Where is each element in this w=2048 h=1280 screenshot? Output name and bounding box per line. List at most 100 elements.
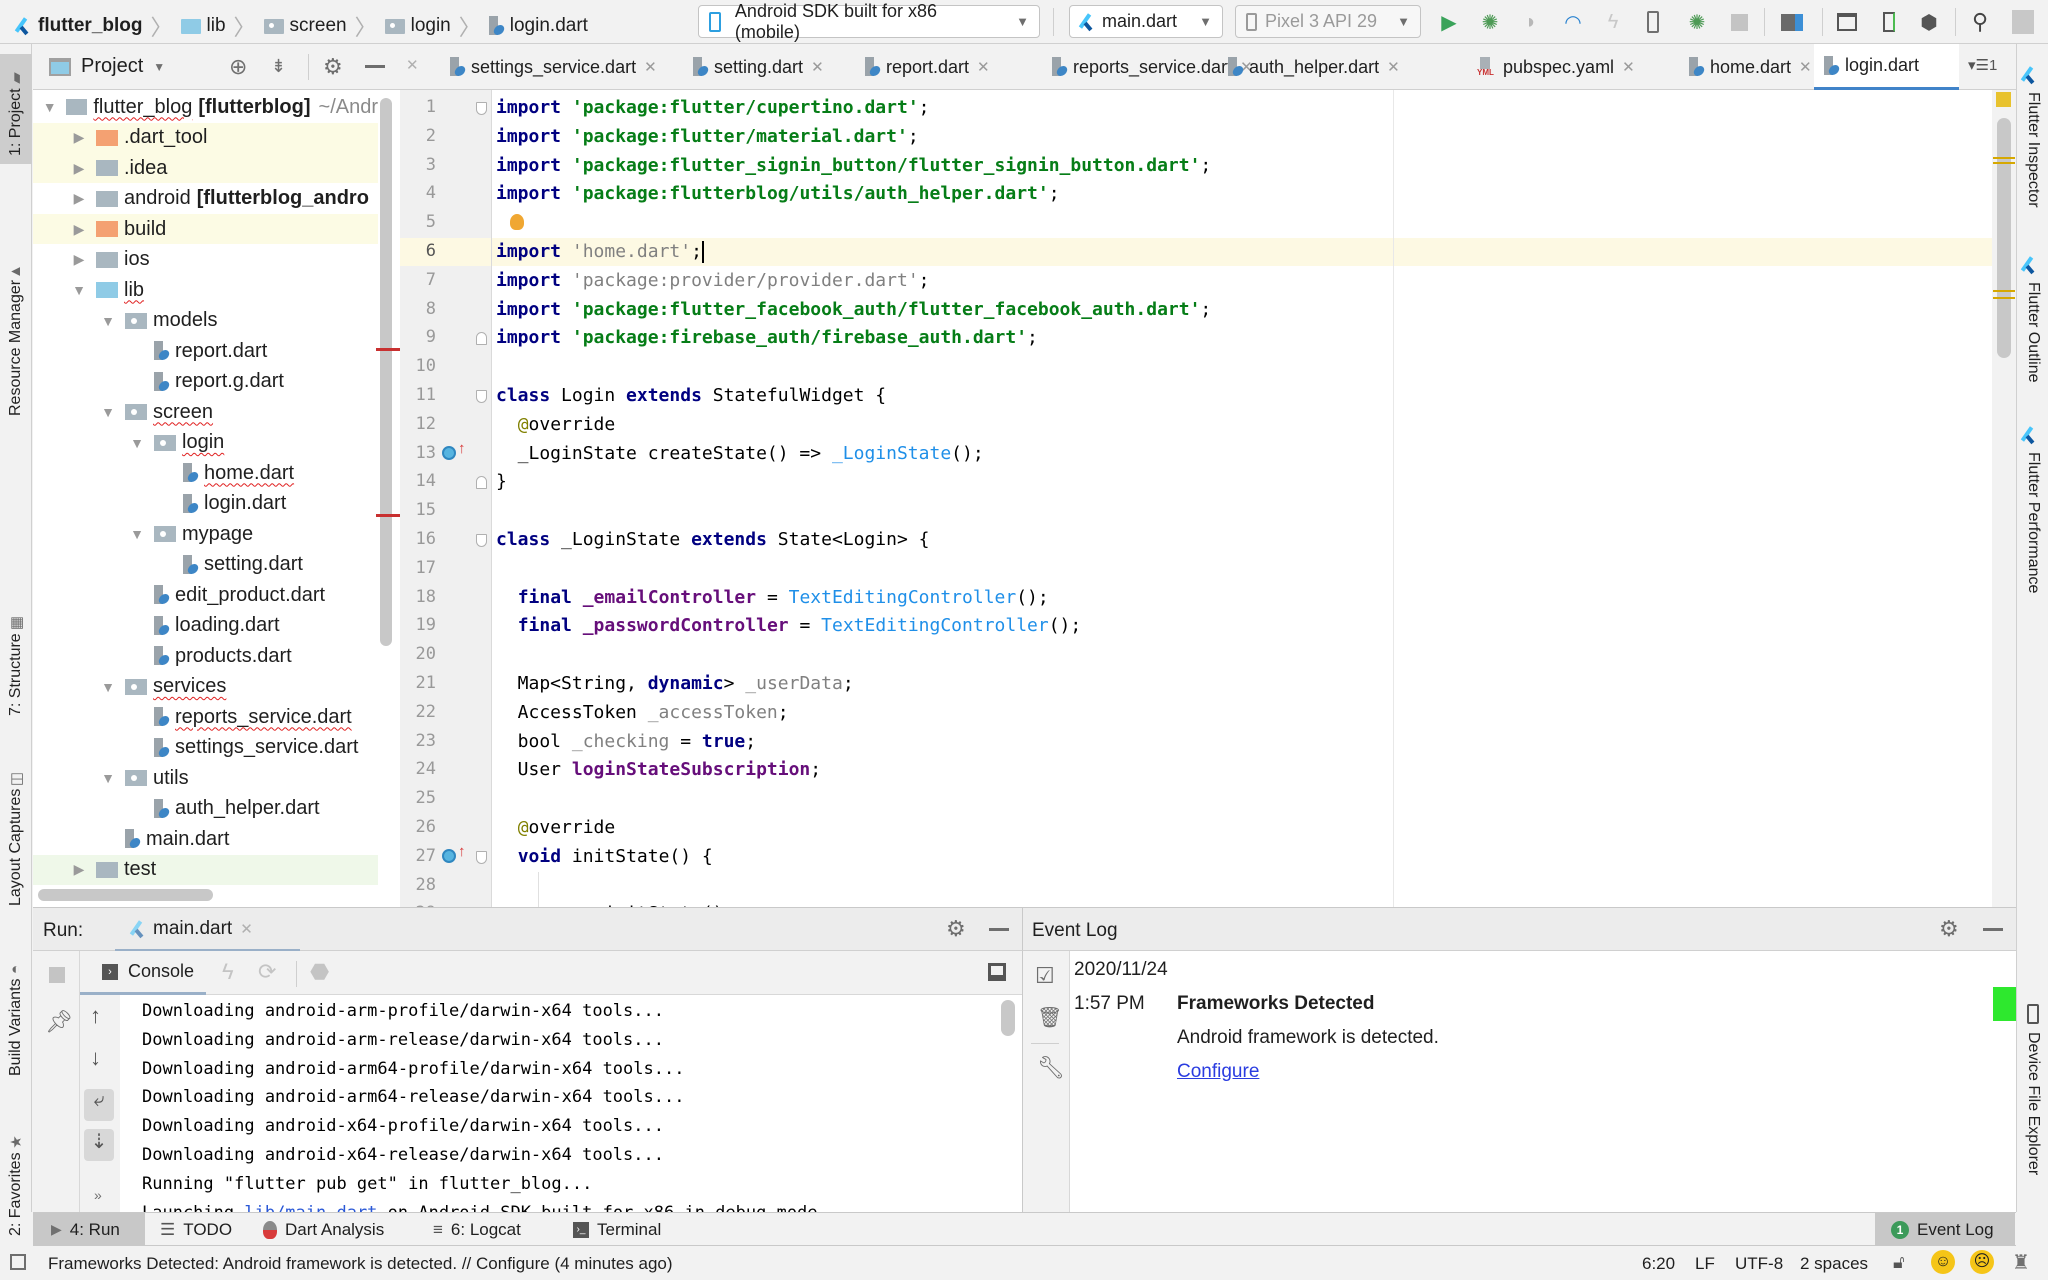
code-editor[interactable]: import 'package:flutter/cupertino.dart';… — [492, 90, 1992, 907]
tool-window-flutter-performance[interactable]: Flutter Performance — [2017, 424, 2048, 644]
code-line[interactable]: @override — [496, 814, 616, 842]
pin-icon[interactable]: 📌︎ — [45, 1009, 73, 1035]
gear-icon[interactable]: ⚙ — [946, 916, 966, 942]
editor-tab[interactable]: home.dart ✕ — [1679, 44, 1822, 90]
close-icon[interactable]: ✕ — [1387, 58, 1400, 76]
code-line[interactable]: import 'package:flutter/material.dart'; — [496, 123, 919, 151]
configure-link[interactable]: Configure — [1177, 1061, 1259, 1083]
scroll-to-end-icon[interactable]: ⇣ — [84, 1129, 114, 1161]
tree-item[interactable]: ▶ ios — [33, 245, 378, 275]
trash-icon[interactable]: 🗑︎ — [1037, 1005, 1062, 1030]
chevron-right-icon[interactable]: ▶ — [70, 129, 88, 146]
close-icon[interactable]: ✕ — [977, 58, 990, 76]
code-line[interactable]: class _LoginState extends State<Login> { — [496, 526, 930, 554]
console-file-link[interactable]: lib/main.dart — [244, 1203, 377, 1212]
tool-window-structure[interactable]: 7: Structure ▦ — [0, 544, 32, 724]
tool-tab-logcat[interactable]: ≡ 6: Logcat — [423, 1213, 531, 1246]
chevron-down-icon[interactable]: ▼ — [99, 313, 117, 329]
collapse-all-icon[interactable]: ⇟ — [271, 56, 286, 77]
arrow-up-icon[interactable]: ↑ — [90, 1003, 101, 1029]
breadcrumb-item-login[interactable]: login — [384, 15, 451, 37]
tree-item[interactable]: ▶ android [flutterblog_andro — [33, 184, 378, 214]
avd-manager-icon[interactable] — [1834, 9, 1860, 35]
code-line[interactable]: import 'home.dart'; — [496, 238, 704, 266]
tree-item[interactable]: home.dart — [33, 458, 378, 488]
tree-item[interactable]: ▼ utils — [33, 763, 378, 793]
more-icon[interactable]: » — [94, 1187, 102, 1203]
close-icon[interactable]: ✕ — [811, 58, 824, 76]
code-line[interactable]: final _emailController = TextEditingCont… — [496, 584, 1049, 612]
code-line[interactable]: Map<String, dynamic> _userData; — [496, 670, 854, 698]
editor-tab[interactable]: pubspec.yaml ✕ — [1467, 44, 1645, 90]
breadcrumb-item-file[interactable]: login.dart — [488, 15, 588, 37]
tree-item[interactable]: report.g.dart — [33, 367, 378, 397]
gear-icon[interactable]: ⚙ — [1939, 916, 1959, 942]
code-line[interactable]: User loginStateSubscription; — [496, 756, 821, 784]
console-vscrollbar[interactable] — [1001, 1000, 1015, 1036]
chevron-right-icon[interactable]: ▶ — [70, 190, 88, 207]
tree-item[interactable]: edit_product.dart — [33, 580, 378, 610]
soft-wrap-icon[interactable]: ⤶ — [84, 1089, 114, 1121]
minimize-icon[interactable] — [989, 928, 1009, 931]
attach-debugger-icon[interactable]: ✺ — [1684, 9, 1710, 35]
debug-icon[interactable]: ✺ — [1477, 9, 1503, 35]
tool-tab-todo[interactable]: ☰ TODO — [150, 1213, 242, 1246]
stop-icon[interactable] — [49, 967, 65, 983]
code-line[interactable]: AccessToken _accessToken; — [496, 699, 789, 727]
chevron-down-icon[interactable]: ▼ — [128, 526, 146, 542]
breadcrumb-item-lib[interactable]: lib — [180, 15, 226, 37]
tree-item[interactable]: ▶ build — [33, 214, 378, 244]
close-icon[interactable]: ✕ — [240, 920, 253, 938]
breadcrumb-item-project[interactable]: flutter_blog — [16, 15, 143, 37]
frown-feedback-icon[interactable]: ☹ — [1970, 1250, 1994, 1274]
console-tab[interactable]: › Console — [80, 951, 206, 995]
stop-icon[interactable] — [1726, 9, 1752, 35]
profile-icon[interactable]: ◠ — [1560, 9, 1586, 35]
tree-item[interactable]: ▶ test — [33, 854, 378, 885]
close-icon[interactable]: ✕ — [644, 58, 657, 76]
tool-window-project[interactable]: 1: Project ▰ — [0, 54, 32, 164]
wrench-icon[interactable]: 🔧︎ — [1037, 1055, 1065, 1081]
code-line[interactable]: import 'package:provider/provider.dart'; — [496, 267, 930, 295]
apply-changes-icon[interactable]: ϟ — [1600, 9, 1626, 35]
tool-window-flutter-inspector[interactable]: Flutter Inspector — [2017, 64, 2048, 264]
lock-open-icon[interactable]: 🔓︎ — [1893, 1252, 1905, 1273]
tree-item[interactable]: products.dart — [33, 641, 378, 671]
tool-window-device-file-explorer[interactable]: Device File Explorer — [2017, 1004, 2048, 1204]
editor-tab[interactable]: settings_service.dart ✕ — [440, 44, 667, 90]
file-encoding[interactable]: UTF-8 — [1735, 1254, 1783, 1274]
editor-tab[interactable]: login.dart — [1814, 44, 1960, 90]
chevron-down-icon[interactable]: ▼ — [41, 99, 58, 115]
code-line[interactable]: import 'package:flutterblog/utils/auth_h… — [496, 180, 1060, 208]
breadcrumb-item-screen[interactable]: screen — [263, 15, 347, 37]
tool-window-build-variants[interactable]: Build Variants ◓ — [0, 904, 32, 1084]
editor-tab[interactable]: auth_helper.dart ✕ — [1218, 44, 1410, 90]
line-separator[interactable]: LF — [1695, 1254, 1715, 1274]
tree-item[interactable]: reports_service.dart — [33, 702, 378, 732]
run-icon[interactable]: ▶ — [1436, 9, 1462, 35]
tree-item[interactable]: main.dart — [33, 824, 378, 854]
tree-item[interactable]: ▼ login — [33, 428, 378, 458]
code-line[interactable]: @override — [496, 411, 616, 439]
tool-tab-terminal[interactable]: ›_ Terminal — [563, 1213, 671, 1246]
layout-options-icon[interactable] — [988, 963, 1006, 981]
chevron-right-icon[interactable]: ▶ — [70, 160, 88, 177]
hot-reload-icon[interactable]: ϟ — [222, 959, 234, 985]
avd-selector[interactable]: Pixel 3 API 29 ▼ — [1235, 5, 1421, 38]
tree-item[interactable]: ▼ models — [33, 306, 378, 336]
tree-item[interactable]: ▼ screen — [33, 397, 378, 427]
tree-item[interactable]: ▶ .idea — [33, 153, 378, 183]
tree-item[interactable]: setting.dart — [33, 550, 378, 580]
gear-icon[interactable]: ⚙ — [323, 54, 343, 80]
override-marker-icon[interactable] — [442, 445, 456, 460]
tool-tab-dart-analysis[interactable]: Dart Analysis — [253, 1213, 394, 1246]
fold-end-icon[interactable] — [476, 332, 487, 346]
chevron-down-icon[interactable]: ▼ — [99, 679, 117, 695]
locate-file-icon[interactable]: ⊕ — [229, 54, 247, 80]
code-line[interactable]: import 'package:flutter/cupertino.dart'; — [496, 94, 930, 122]
chevron-down-icon[interactable]: ▼ — [99, 770, 117, 786]
close-icon[interactable]: ✕ — [406, 56, 419, 74]
code-line[interactable]: import 'package:flutter_signin_button/fl… — [496, 152, 1211, 180]
inspector-hector-icon[interactable]: ♜ — [2012, 1250, 2030, 1275]
project-structure-icon[interactable] — [1779, 9, 1805, 35]
